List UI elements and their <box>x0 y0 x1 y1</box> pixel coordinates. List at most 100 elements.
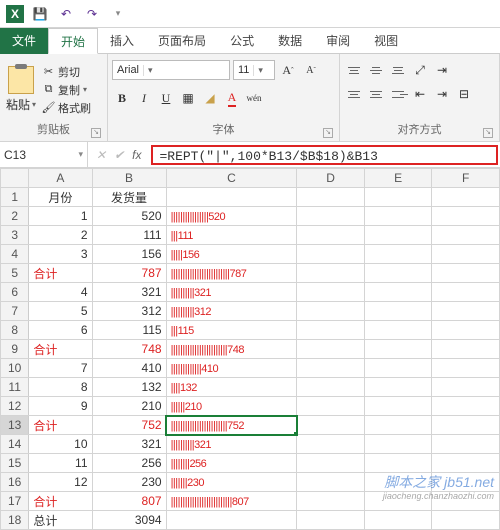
align-launcher-icon[interactable]: ↘ <box>483 128 493 138</box>
save-icon[interactable]: 💾 <box>30 4 50 24</box>
cell[interactable] <box>297 454 365 473</box>
cell[interactable]: 12 <box>29 473 92 492</box>
cell[interactable] <box>297 397 365 416</box>
row-header[interactable]: 14 <box>1 435 29 454</box>
copy-button[interactable]: ⧉复制▾ <box>42 82 91 98</box>
font-name-combo[interactable]: Arial▾ <box>112 60 230 80</box>
cell[interactable] <box>432 511 500 530</box>
cell[interactable] <box>432 416 500 435</box>
cell[interactable]: 111 <box>92 226 166 245</box>
cell[interactable]: 总计 <box>29 511 92 530</box>
row-header[interactable]: 8 <box>1 321 29 340</box>
cell[interactable] <box>297 321 365 340</box>
cell[interactable] <box>364 340 432 359</box>
cell[interactable]: 合计 <box>29 416 92 435</box>
border-button[interactable]: ▦ <box>178 88 198 108</box>
cell[interactable]: ||||132 <box>166 378 297 397</box>
qat-customize-icon[interactable]: ▾ <box>108 4 128 24</box>
cell[interactable] <box>297 207 365 226</box>
cell[interactable]: 256 <box>92 454 166 473</box>
row-header[interactable]: 10 <box>1 359 29 378</box>
cell[interactable]: 8 <box>29 378 92 397</box>
cell[interactable] <box>432 473 500 492</box>
bold-button[interactable]: B <box>112 88 132 108</box>
align-right-button[interactable] <box>388 84 408 104</box>
cell[interactable] <box>432 226 500 245</box>
cell[interactable]: |||||156 <box>166 245 297 264</box>
cell[interactable] <box>364 245 432 264</box>
cell[interactable]: 合计 <box>29 264 92 283</box>
cell[interactable] <box>432 302 500 321</box>
row-header[interactable]: 16 <box>1 473 29 492</box>
cancel-formula-icon[interactable]: ✕ <box>96 148 106 162</box>
align-bottom-button[interactable] <box>388 60 408 80</box>
name-box[interactable]: C13 ▾ <box>0 142 88 167</box>
col-header-c[interactable]: C <box>166 169 297 188</box>
cell[interactable] <box>364 226 432 245</box>
cell[interactable] <box>432 378 500 397</box>
cell[interactable] <box>364 188 432 207</box>
cell[interactable] <box>432 492 500 511</box>
row-header[interactable]: 7 <box>1 302 29 321</box>
row-header[interactable]: 4 <box>1 245 29 264</box>
cell[interactable]: 132 <box>92 378 166 397</box>
cell[interactable]: 807 <box>92 492 166 511</box>
col-header-e[interactable]: E <box>364 169 432 188</box>
cell[interactable]: |||||||||||||410 <box>166 359 297 378</box>
cell[interactable]: 7 <box>29 359 92 378</box>
cell[interactable]: 230 <box>92 473 166 492</box>
cell[interactable] <box>297 435 365 454</box>
cell[interactable]: |||||||230 <box>166 473 297 492</box>
cell[interactable]: 1 <box>29 207 92 226</box>
tab-insert[interactable]: 插入 <box>98 28 146 54</box>
select-all-corner[interactable] <box>1 169 29 188</box>
cell[interactable]: 3 <box>29 245 92 264</box>
cell[interactable] <box>364 359 432 378</box>
cell[interactable] <box>432 435 500 454</box>
cell[interactable] <box>364 283 432 302</box>
cell[interactable] <box>166 511 297 530</box>
cell[interactable]: |||115 <box>166 321 297 340</box>
tab-review[interactable]: 审阅 <box>314 28 362 54</box>
col-header-b[interactable]: B <box>92 169 166 188</box>
cell[interactable]: 11 <box>29 454 92 473</box>
cell[interactable] <box>432 245 500 264</box>
row-header[interactable]: 15 <box>1 454 29 473</box>
row-header[interactable]: 17 <box>1 492 29 511</box>
cell[interactable]: ||||||||||321 <box>166 435 297 454</box>
font-color-button[interactable]: A <box>222 88 242 108</box>
fill-color-button[interactable]: ◢ <box>200 88 220 108</box>
cell[interactable] <box>297 283 365 302</box>
col-header-f[interactable]: F <box>432 169 500 188</box>
cell[interactable] <box>432 321 500 340</box>
orientation-button[interactable]: ⤢ <box>410 60 430 80</box>
cell[interactable]: 312 <box>92 302 166 321</box>
cell[interactable] <box>432 397 500 416</box>
font-size-combo[interactable]: 11▾ <box>233 60 275 80</box>
cell[interactable] <box>364 378 432 397</box>
redo-icon[interactable]: ↷ <box>82 4 102 24</box>
cell[interactable]: 4 <box>29 283 92 302</box>
cell[interactable]: 合计 <box>29 492 92 511</box>
cell[interactable]: |||||||||||||||||||||||||787 <box>166 264 297 283</box>
align-left-button[interactable] <box>344 84 364 104</box>
formula-bar[interactable]: =REPT("|",100*B13/$B$18)&B13 <box>151 145 498 165</box>
cell[interactable]: 5 <box>29 302 92 321</box>
merge-button[interactable]: ⊟ <box>454 84 474 104</box>
cell[interactable]: ||||||210 <box>166 397 297 416</box>
align-center-button[interactable] <box>366 84 386 104</box>
cell[interactable] <box>364 435 432 454</box>
cell[interactable]: ||||||||256 <box>166 454 297 473</box>
cell[interactable] <box>364 397 432 416</box>
cell[interactable] <box>432 359 500 378</box>
row-header[interactable]: 3 <box>1 226 29 245</box>
cell[interactable]: ||||||||||||||||||||||||752 <box>166 416 297 435</box>
cell[interactable]: 6 <box>29 321 92 340</box>
cell[interactable] <box>297 492 365 511</box>
cell[interactable] <box>364 416 432 435</box>
cell[interactable]: 787 <box>92 264 166 283</box>
tab-formulas[interactable]: 公式 <box>218 28 266 54</box>
cell[interactable]: 发货量 <box>92 188 166 207</box>
italic-button[interactable]: I <box>134 88 154 108</box>
format-painter-button[interactable]: 🖌格式刷 <box>42 100 91 116</box>
